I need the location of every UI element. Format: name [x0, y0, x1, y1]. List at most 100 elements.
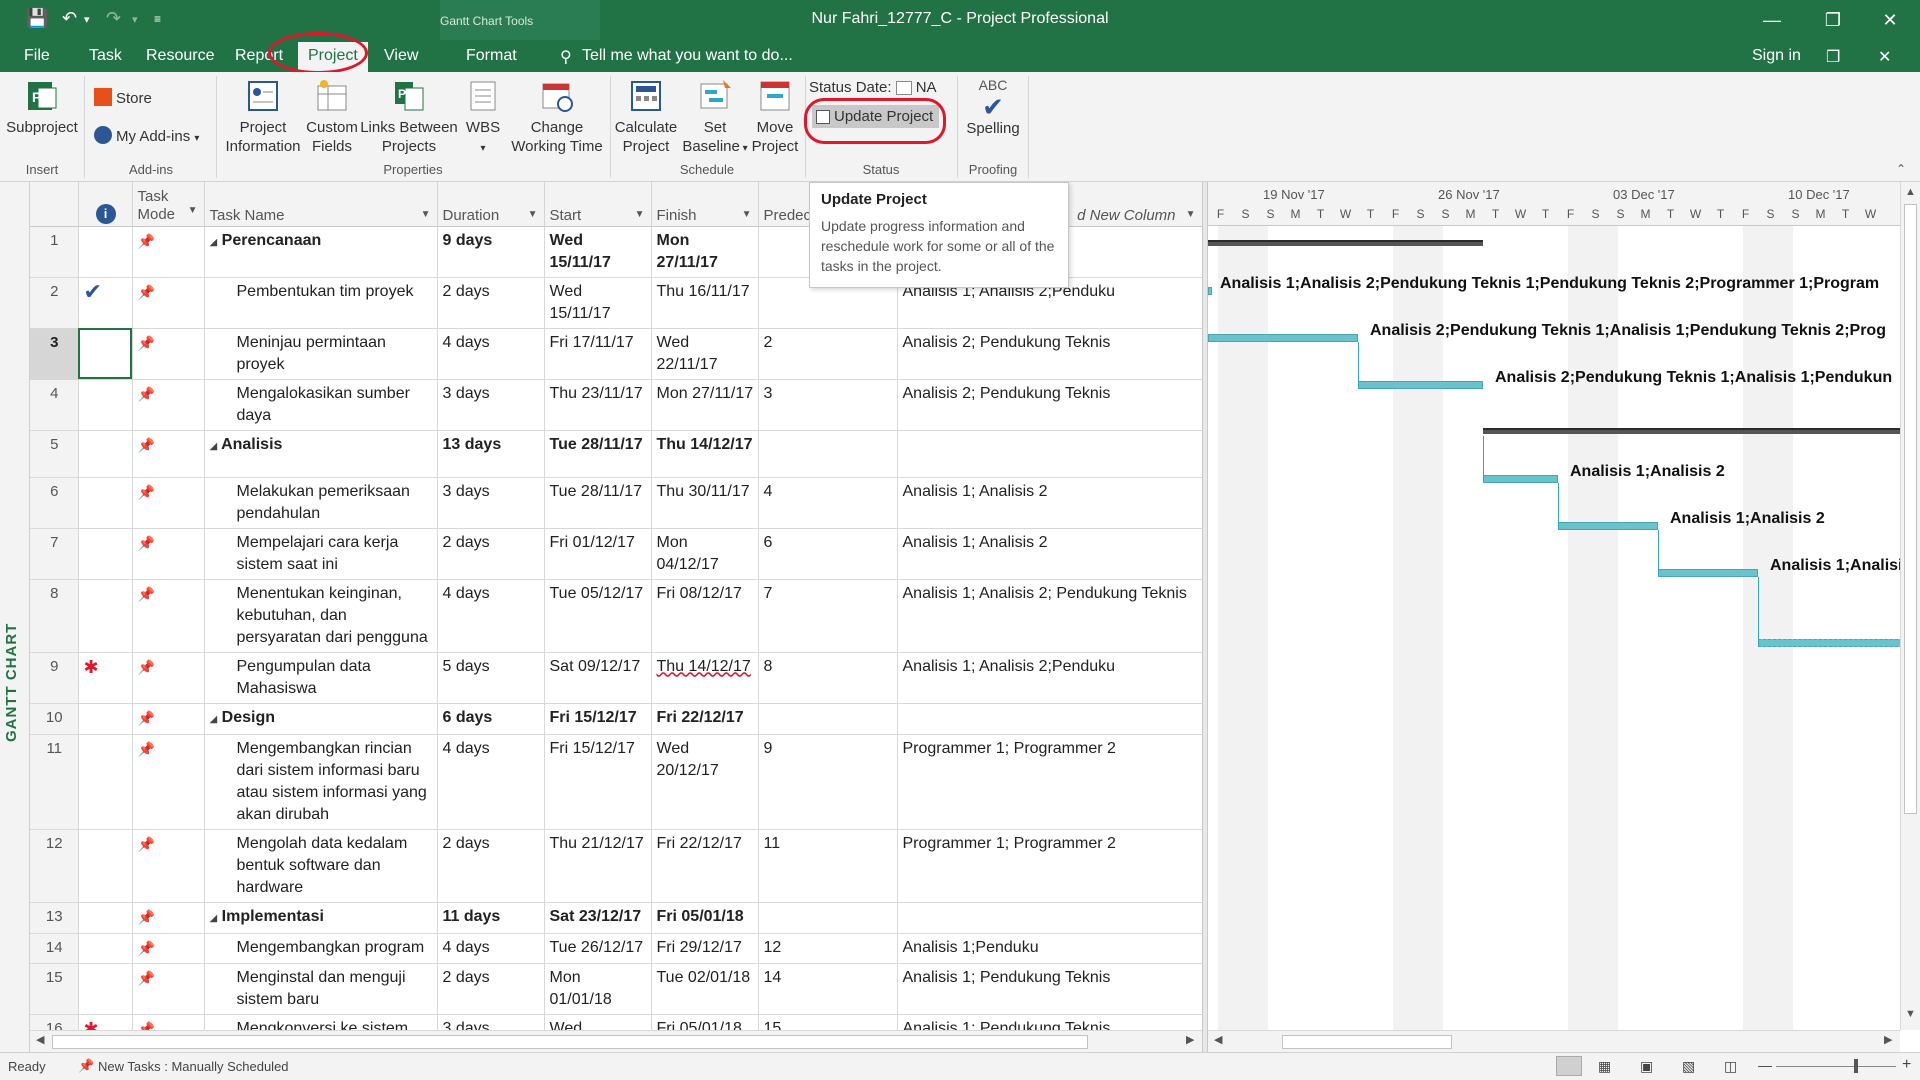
start-cell[interactable]: Mon 01/01/18 [544, 963, 652, 1015]
duration-cell[interactable]: 2 days [437, 528, 545, 580]
predecessors-cell[interactable]: 11 [758, 829, 898, 903]
predecessors-cell[interactable]: 2 [758, 328, 898, 380]
task-mode-cell[interactable]: 📌 [132, 277, 205, 329]
finish-cell[interactable]: Fri 29/12/17 [651, 933, 759, 964]
task-name-cell[interactable]: Pembentukan tim proyek [204, 277, 438, 329]
spelling-button[interactable]: ABC ✔ Spelling [962, 76, 1024, 138]
resource-names-cell[interactable]: Analisis 1; Analisis 2; Pendukung Teknis [897, 579, 1202, 653]
resource-names-cell[interactable]: Analisis 1; Analisis 2 [897, 528, 1202, 580]
finish-cell[interactable]: Fri 05/01/18 [651, 902, 759, 934]
resource-names-cell[interactable]: Analisis 2; Pendukung Teknis [897, 328, 1202, 380]
resource-names-cell[interactable] [897, 703, 1202, 735]
row-number[interactable]: 12 [30, 829, 79, 903]
task-name-cell[interactable]: Mengkonversi ke sistem baru [204, 1014, 438, 1030]
task-name-cell[interactable]: Mengolah data kedalam bentuk software da… [204, 829, 438, 903]
row-number[interactable]: 4 [30, 379, 79, 431]
row-number[interactable]: 2 [30, 277, 79, 329]
task-name-cell[interactable]: Menentukan keinginan, kebutuhan, dan per… [204, 579, 438, 653]
indicators-cell[interactable] [78, 902, 133, 934]
resource-names-cell[interactable]: Analisis 2; Pendukung Teknis [897, 379, 1202, 431]
move-project-button[interactable]: Move Project [748, 78, 802, 156]
start-cell[interactable]: Fri 15/12/17 [544, 734, 652, 830]
finish-column-header[interactable]: Finish ▼ [651, 182, 759, 227]
task-name-cell[interactable]: Menginstal dan menguji sistem baru [204, 963, 438, 1015]
task-name-cell[interactable]: Mengembangkan program [204, 933, 438, 964]
indicators-cell[interactable] [78, 734, 133, 830]
vertical-scroll-thumb[interactable] [1904, 204, 1917, 814]
task-name-cell[interactable]: ◢ Design [204, 703, 438, 735]
finish-cell[interactable]: Mon 27/11/17 [651, 379, 759, 431]
task-mode-cell[interactable]: 📌 [132, 734, 205, 830]
row-number[interactable]: 1 [30, 226, 79, 278]
duration-cell[interactable]: 3 days [437, 1014, 545, 1030]
calculate-project-button[interactable]: Calculate Project [612, 78, 680, 156]
duration-cell[interactable]: 4 days [437, 734, 545, 830]
task-bar[interactable] [1558, 522, 1658, 530]
task-name-cell[interactable]: Melakukan pemeriksaan pendahulan [204, 477, 438, 529]
start-cell[interactable]: Fri 17/11/17 [544, 328, 652, 380]
indicators-cell[interactable] [78, 933, 133, 964]
task-mode-cell[interactable]: 📌 [132, 379, 205, 431]
indicators-cell[interactable] [78, 963, 133, 1015]
predecessors-cell[interactable]: 6 [758, 528, 898, 580]
duration-column-header[interactable]: Duration ▼ [437, 182, 545, 227]
predecessors-cell[interactable] [758, 902, 898, 934]
task-bar[interactable] [1208, 334, 1358, 342]
finish-cell[interactable]: Thu 30/11/17 [651, 477, 759, 529]
task-row[interactable]: 9 ✱ 📌 Pengumpulan data Mahasiswa 5 days Sat 0… [30, 652, 1202, 704]
scroll-left-icon[interactable]: ◀ [36, 1033, 44, 1046]
my-addins-button[interactable]: My Add-ins ▾ [94, 126, 199, 148]
start-cell[interactable]: Sat 09/12/17 [544, 652, 652, 704]
task-mode-cell[interactable]: 📌 [132, 1014, 205, 1030]
tell-me-input[interactable]: Tell me what you want to do... [582, 47, 793, 65]
indicators-cell[interactable] [78, 703, 133, 735]
grid-scroll-thumb[interactable] [52, 1035, 1088, 1049]
row-number[interactable]: 11 [30, 734, 79, 830]
duration-cell[interactable]: 4 days [437, 328, 545, 380]
select-all-corner[interactable] [30, 182, 79, 227]
row-number[interactable]: 10 [30, 703, 79, 735]
collapse-triangle-icon[interactable]: ◢ [210, 237, 218, 248]
task-bar[interactable] [1208, 287, 1212, 295]
finish-cell[interactable]: Tue 02/01/18 [651, 963, 759, 1015]
finish-cell[interactable]: Fri 05/01/18 [651, 1014, 759, 1030]
start-cell[interactable]: Thu 23/11/17 [544, 379, 652, 431]
resource-names-cell[interactable]: Analisis 1; Analisis 2 [897, 477, 1202, 529]
task-row[interactable]: 5 📌 ◢ Analisis 13 days Tue 28/11/17 Thu 14/12… [30, 430, 1202, 478]
duration-cell[interactable]: 4 days [437, 579, 545, 653]
chevron-down-icon[interactable]: ▼ [742, 209, 752, 220]
start-column-header[interactable]: Start ▼ [544, 182, 652, 227]
minimize-icon[interactable]: — [1752, 6, 1792, 34]
collapse-triangle-icon[interactable]: ◢ [210, 441, 218, 452]
start-cell[interactable]: Fri 01/12/17 [544, 528, 652, 580]
wbs-button[interactable]: WBS ▾ [458, 78, 508, 158]
indicators-cell[interactable] [78, 226, 133, 278]
task-bar[interactable] [1758, 639, 1900, 647]
summary-task-bar[interactable] [1208, 240, 1483, 246]
resource-names-cell[interactable]: Analisis 1;Penduku [897, 933, 1202, 964]
task-row[interactable]: 11 📌 Mengembangkan rincian dari sistem inf… [30, 734, 1202, 830]
resource-names-cell[interactable]: Programmer 1; Programmer 2 [897, 829, 1202, 903]
indicators-cell[interactable]: ✔ [78, 277, 133, 329]
finish-cell[interactable]: Mon 27/11/17 [651, 226, 759, 278]
scroll-down-icon[interactable]: ▼ [1905, 1008, 1916, 1020]
task-mode-cell[interactable]: 📌 [132, 933, 205, 964]
predecessors-cell[interactable]: 14 [758, 963, 898, 1015]
links-between-projects-button[interactable]: P Links Between Projects [360, 78, 458, 156]
zoom-slider-thumb[interactable] [1854, 1059, 1858, 1073]
resource-names-cell[interactable]: Analisis 1; Analisis 2;Penduku [897, 652, 1202, 704]
task-name-cell[interactable]: Mengalokasikan sumber daya [204, 379, 438, 431]
gantt-view-icon[interactable] [1556, 1056, 1582, 1076]
task-row[interactable]: 7 📌 Mempelajari cara kerja sistem saat ini… [30, 528, 1202, 580]
task-row[interactable]: 14 📌 Mengembangkan program 4 days Tue 26/12/… [30, 933, 1202, 964]
task-name-cell[interactable]: Mempelajari cara kerja sistem saat ini [204, 528, 438, 580]
tab-file[interactable]: File [24, 47, 50, 65]
chevron-down-icon[interactable]: ▼ [528, 209, 538, 220]
finish-cell[interactable]: Mon 04/12/17 [651, 528, 759, 580]
scroll-right-icon[interactable]: ▶ [1884, 1033, 1892, 1046]
task-name-cell[interactable]: Pengumpulan data Mahasiswa [204, 652, 438, 704]
task-mode-cell[interactable]: 📌 [132, 328, 205, 380]
task-mode-column-header[interactable]: Task Mode ▼ [132, 182, 205, 227]
task-name-cell[interactable]: ◢ Implementasi [204, 902, 438, 934]
close-document-icon[interactable]: ✕ [1878, 47, 1891, 67]
